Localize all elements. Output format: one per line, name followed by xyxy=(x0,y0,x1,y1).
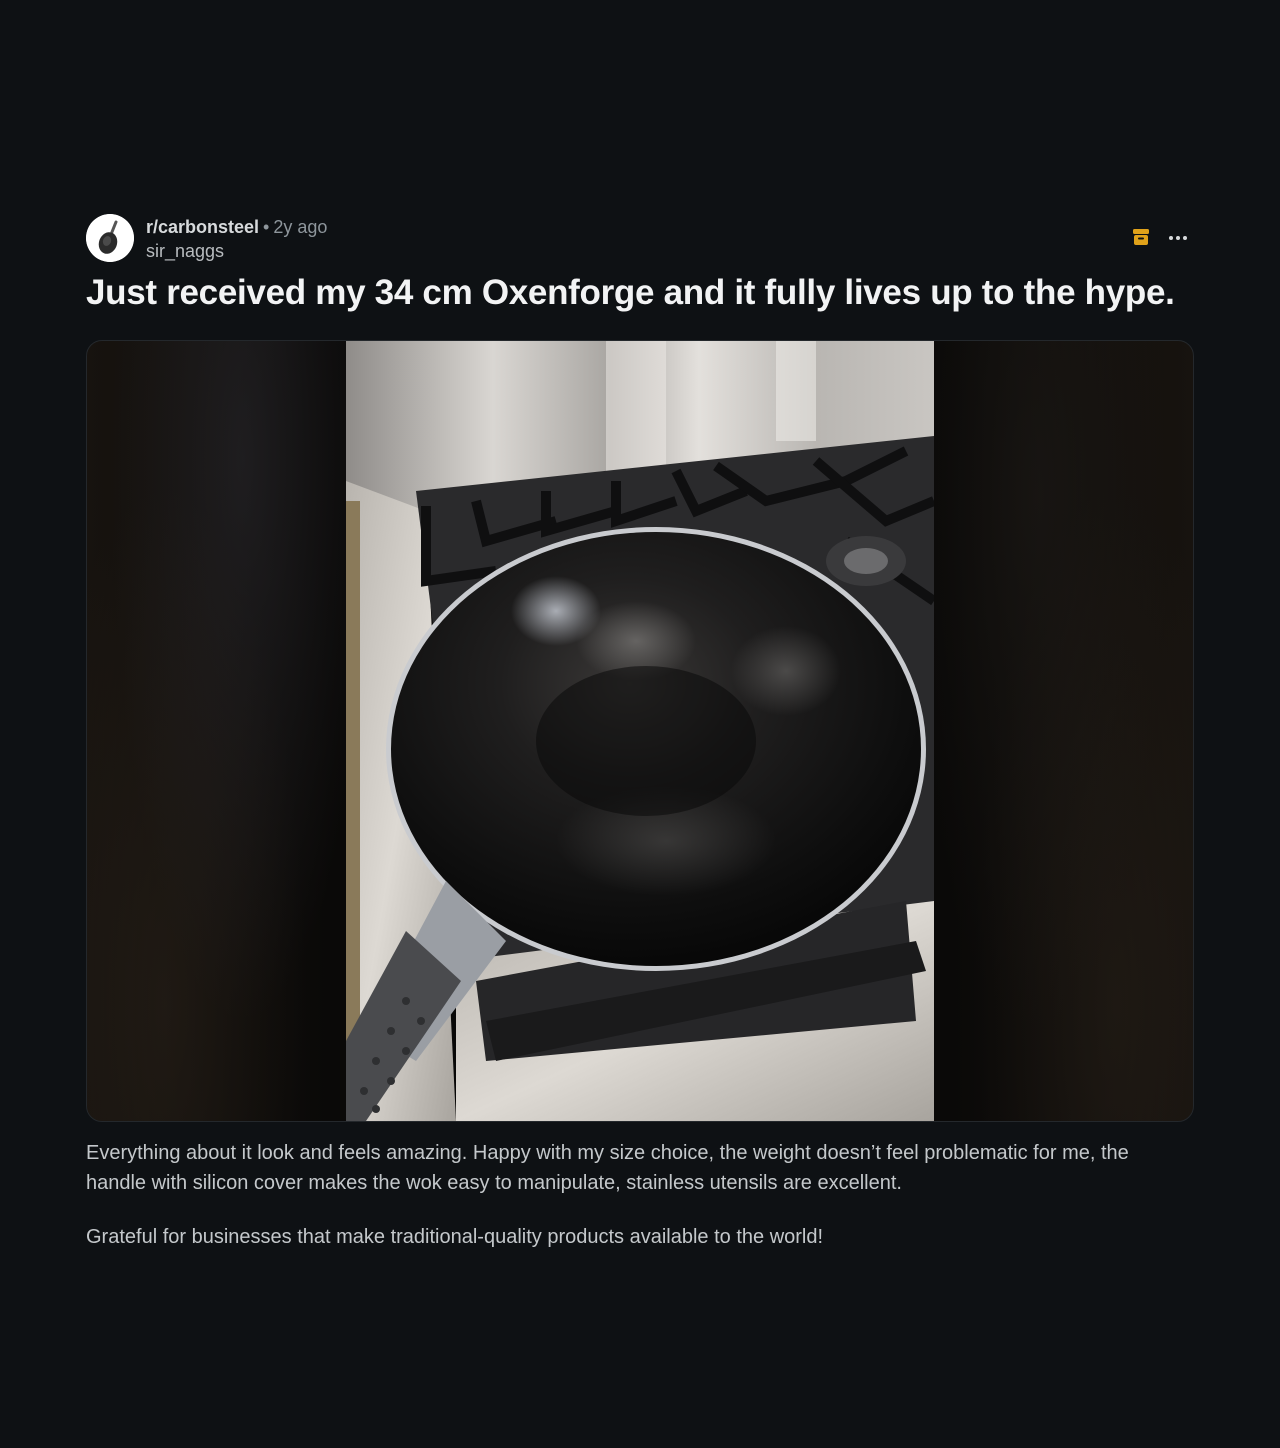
archive-icon[interactable] xyxy=(1132,228,1150,246)
subreddit-avatar-icon[interactable] xyxy=(86,214,134,262)
more-options-icon[interactable] xyxy=(1166,226,1190,250)
post-meta: r/carbonsteel • 2y ago sir_naggs xyxy=(146,215,327,263)
post-image-container[interactable] xyxy=(86,340,1194,1122)
post-body: Everything about it look and feels amazi… xyxy=(86,1138,1194,1252)
post-paragraph: Grateful for businesses that make tradit… xyxy=(86,1226,824,1248)
post-timestamp: 2y ago xyxy=(273,217,328,237)
subreddit-link[interactable]: r/carbonsteel xyxy=(146,217,259,237)
post-card: r/carbonsteel • 2y ago sir_naggs Just rece… xyxy=(86,212,1194,1276)
blurred-backdrop-right xyxy=(933,341,1193,1121)
post-header: r/carbonsteel • 2y ago sir_naggs xyxy=(86,212,1194,264)
author-link[interactable]: sir_naggs xyxy=(146,239,327,263)
post-paragraph: Everything about it look and feels amazi… xyxy=(86,1142,1129,1194)
meta-separator: • xyxy=(263,217,270,237)
post-image[interactable] xyxy=(346,341,934,1121)
post-title[interactable]: Just received my 34 cm Oxenforge and it … xyxy=(86,271,1194,315)
blurred-backdrop-left xyxy=(87,341,347,1121)
